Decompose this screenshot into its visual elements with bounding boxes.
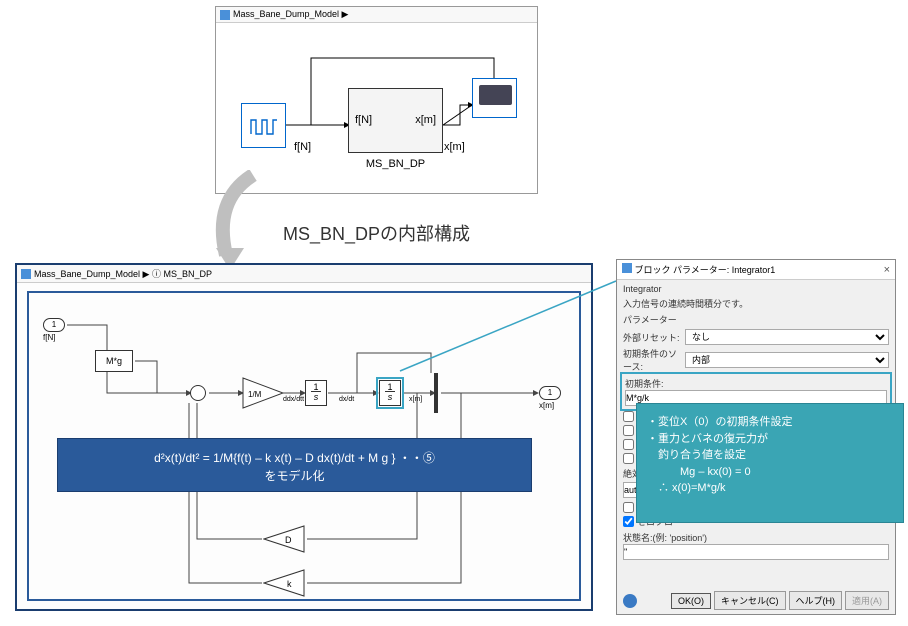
svg-text:D: D: [285, 535, 292, 545]
pulse-generator-block[interactable]: [241, 103, 286, 148]
linearize-checkbox[interactable]: [623, 502, 634, 513]
ic-label: 初期条件:: [625, 377, 887, 390]
simulink-icon: [220, 10, 230, 20]
top-window-titlebar: Mass_Bane_Dump_Model ▶: [216, 7, 537, 23]
outport-label: x[m]: [539, 401, 554, 410]
top-canvas[interactable]: f[N] f[N] x[m] MS_BN_DP x[m]: [216, 23, 537, 191]
state-port-checkbox[interactable]: [623, 453, 634, 464]
constant-block-mg[interactable]: M*g: [95, 350, 133, 372]
gain-block-k[interactable]: k: [263, 569, 305, 597]
ok-button[interactable]: OK(O): [671, 593, 711, 609]
inport-label: f[N]: [43, 333, 55, 342]
subsystem-titlebar: Mass_Bane_Dump_Model ▶ ⓘ MS_BN_DP: [17, 265, 591, 283]
simulink-icon: [21, 269, 31, 279]
scope-block[interactable]: [472, 78, 517, 118]
subsystem-window: Mass_Bane_Dump_Model ▶ ⓘ MS_BN_DP: [15, 263, 593, 611]
mux-block[interactable]: [434, 373, 438, 413]
subsystem-in-label: f[N]: [355, 114, 372, 126]
block-type-label: Integrator: [623, 284, 889, 294]
ic-source-select[interactable]: 内部: [685, 352, 889, 368]
signal-dx: dx/dt: [339, 396, 354, 403]
limit-output-checkbox[interactable]: [623, 411, 634, 422]
subsystem-breadcrumb[interactable]: Mass_Bane_Dump_Model ▶ ⓘ MS_BN_DP: [34, 267, 212, 280]
gain-block-d[interactable]: D: [263, 525, 305, 553]
top-simulink-window: Mass_Bane_Dump_Model ▶ f[N] f[N] x[m] MS…: [215, 6, 538, 194]
outport-block[interactable]: 1: [539, 386, 561, 400]
equation-line2: をモデル化: [66, 467, 523, 485]
signal-label-xm: x[m]: [444, 141, 465, 153]
annotation-callout: ・変位X（0）の初期条件設定 ・重力とバネの復元力が 釣り合う値を設定 Mg –…: [636, 403, 904, 523]
top-breadcrumb[interactable]: Mass_Bane_Dump_Model ▶: [233, 9, 348, 20]
anno-line1: ・変位X（0）の初期条件設定: [647, 414, 893, 431]
apply-button[interactable]: 適用(A): [845, 591, 889, 610]
dialog-title-text: ブロック パラメーター: Integrator1: [635, 265, 776, 275]
params-heading: パラメーター: [623, 313, 889, 326]
subsystem-canvas[interactable]: 1 f[N] M*g 1/M ddx/dtt 1 s dx/dt 1 s x[m…: [17, 283, 591, 609]
anno-line4: Mg – kx(0) = 0: [647, 464, 893, 481]
equation-annotation: d²x(t)/dt² = 1/M{f(t) – k x(t) – D dx(t)…: [57, 438, 532, 492]
anno-line3: 釣り合う値を設定: [647, 447, 893, 464]
center-heading: MS_BN_DPの内部構成: [283, 220, 470, 246]
drill-down-arrow-icon: [208, 170, 278, 270]
anno-line5: ∴ x(0)=M*g/k: [647, 480, 893, 497]
signal-ddx: ddx/dtt: [283, 396, 304, 403]
anno-line2: ・重力とバネの復元力が: [647, 431, 893, 448]
subsystem-name: MS_BN_DP: [348, 158, 443, 170]
equation-line1: d²x(t)/dt² = 1/M{f(t) – k x(t) – D dx(t)…: [66, 449, 523, 467]
cancel-button[interactable]: キャンセル(C): [714, 591, 786, 610]
close-icon[interactable]: ×: [884, 264, 890, 276]
svg-text:k: k: [287, 579, 292, 589]
sum-block-1[interactable]: [190, 385, 206, 401]
ext-reset-select[interactable]: なし: [685, 329, 889, 345]
signal-x: x[m]: [409, 396, 422, 403]
dialog-titlebar: ブロック パラメーター: Integrator1 ×: [617, 260, 895, 280]
inport-block[interactable]: 1: [43, 318, 65, 332]
help-button[interactable]: ヘルプ(H): [789, 591, 843, 610]
ic-source-label: 初期条件のソース:: [623, 347, 681, 373]
state-name-input[interactable]: [623, 544, 889, 560]
state-checkbox[interactable]: [623, 425, 634, 436]
integrator-block-2[interactable]: 1 s: [379, 380, 401, 406]
gain-block-1m[interactable]: 1/M: [242, 377, 284, 409]
integrator-block-1[interactable]: 1 s: [305, 380, 327, 406]
svg-text:1/M: 1/M: [248, 390, 262, 399]
help-icon[interactable]: [623, 594, 637, 608]
subsystem-block[interactable]: f[N] x[m]: [348, 88, 443, 153]
zerocross-checkbox[interactable]: [623, 516, 634, 527]
sat-checkbox[interactable]: [623, 439, 634, 450]
simulink-icon: [622, 263, 632, 273]
signal-label-fn: f[N]: [294, 141, 311, 153]
ext-reset-label: 外部リセット:: [623, 331, 681, 344]
state-name-label: 状態名:(例: 'position'): [623, 531, 889, 544]
subsystem-out-label: x[m]: [415, 114, 436, 126]
block-description: 入力信号の連続時間積分です。: [623, 297, 889, 310]
